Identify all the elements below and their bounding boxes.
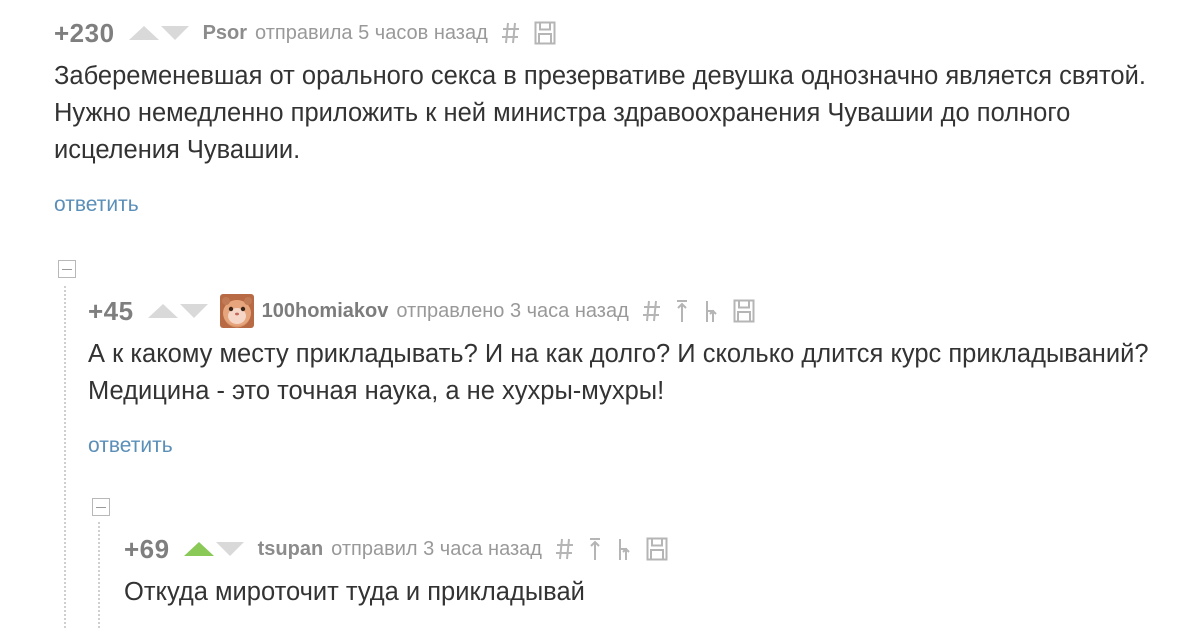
comment-author[interactable]: tsupan — [258, 538, 324, 561]
comment-tools — [642, 298, 755, 324]
triangle-up-icon[interactable] — [183, 542, 214, 556]
thread-line — [64, 286, 66, 628]
comment-header: +69 tsupan отправил 3 часа назад — [124, 532, 1164, 566]
triangle-up-icon[interactable] — [128, 26, 159, 40]
comment-author[interactable]: 100homiakov — [262, 300, 389, 323]
triangle-down-icon[interactable] — [179, 304, 208, 318]
triangle-up-icon[interactable] — [147, 304, 178, 318]
comment-text: А к какому месту прикладывать? И на как … — [88, 340, 1149, 405]
comment-header: +230 Psor отправила 5 часов назад — [54, 16, 1164, 50]
comment: +45 100homiakov отправлено 3 часа назад — [88, 294, 1168, 458]
comment-rating: +45 — [88, 295, 134, 326]
vote-controls — [128, 26, 189, 40]
comment: +69 tsupan отправил 3 часа назад Откуда … — [124, 532, 1164, 611]
arrow-up-icon[interactable] — [588, 536, 602, 562]
branch-icon[interactable] — [703, 298, 719, 324]
reply-link[interactable]: ответить — [88, 434, 173, 458]
floppy-disk-icon[interactable] — [534, 20, 556, 46]
comment-text: Забеременевшая от орального секса в през… — [54, 62, 1146, 164]
comment-timestamp: отправил 3 часа назад — [331, 537, 542, 560]
triangle-down-icon[interactable] — [215, 542, 244, 556]
comment-author[interactable]: Psor — [203, 22, 247, 45]
floppy-disk-icon[interactable] — [646, 536, 668, 562]
comments-thread: +230 Psor отправила 5 часов назад Забере… — [0, 0, 1200, 628]
triangle-down-icon[interactable] — [160, 26, 189, 40]
thread-line — [98, 522, 100, 628]
comment-header: +45 100homiakov отправлено 3 часа назад — [88, 294, 1168, 328]
arrow-up-icon[interactable] — [675, 298, 689, 324]
vote-controls — [183, 542, 244, 556]
comment-timestamp: отправила 5 часов назад — [255, 21, 488, 44]
floppy-disk-icon[interactable] — [733, 298, 755, 324]
avatar[interactable] — [219, 294, 254, 328]
comment-rating: +69 — [124, 533, 170, 564]
comment-text: Откуда мироточит туда и прикладывай — [124, 578, 585, 606]
minus-box-icon[interactable] — [92, 498, 110, 516]
hash-icon[interactable] — [642, 298, 661, 324]
hash-icon[interactable] — [501, 20, 520, 46]
branch-icon[interactable] — [616, 536, 632, 562]
comment-rating: +230 — [54, 17, 115, 48]
comment-tools — [555, 536, 668, 562]
reply-link[interactable]: ответить — [54, 193, 139, 217]
vote-controls — [147, 304, 208, 318]
comment-tools — [501, 20, 556, 46]
comment: +230 Psor отправила 5 часов назад Забере… — [54, 16, 1164, 217]
comment-timestamp: отправлено 3 часа назад — [396, 299, 629, 322]
minus-box-icon[interactable] — [58, 260, 76, 278]
hash-icon[interactable] — [555, 536, 574, 562]
